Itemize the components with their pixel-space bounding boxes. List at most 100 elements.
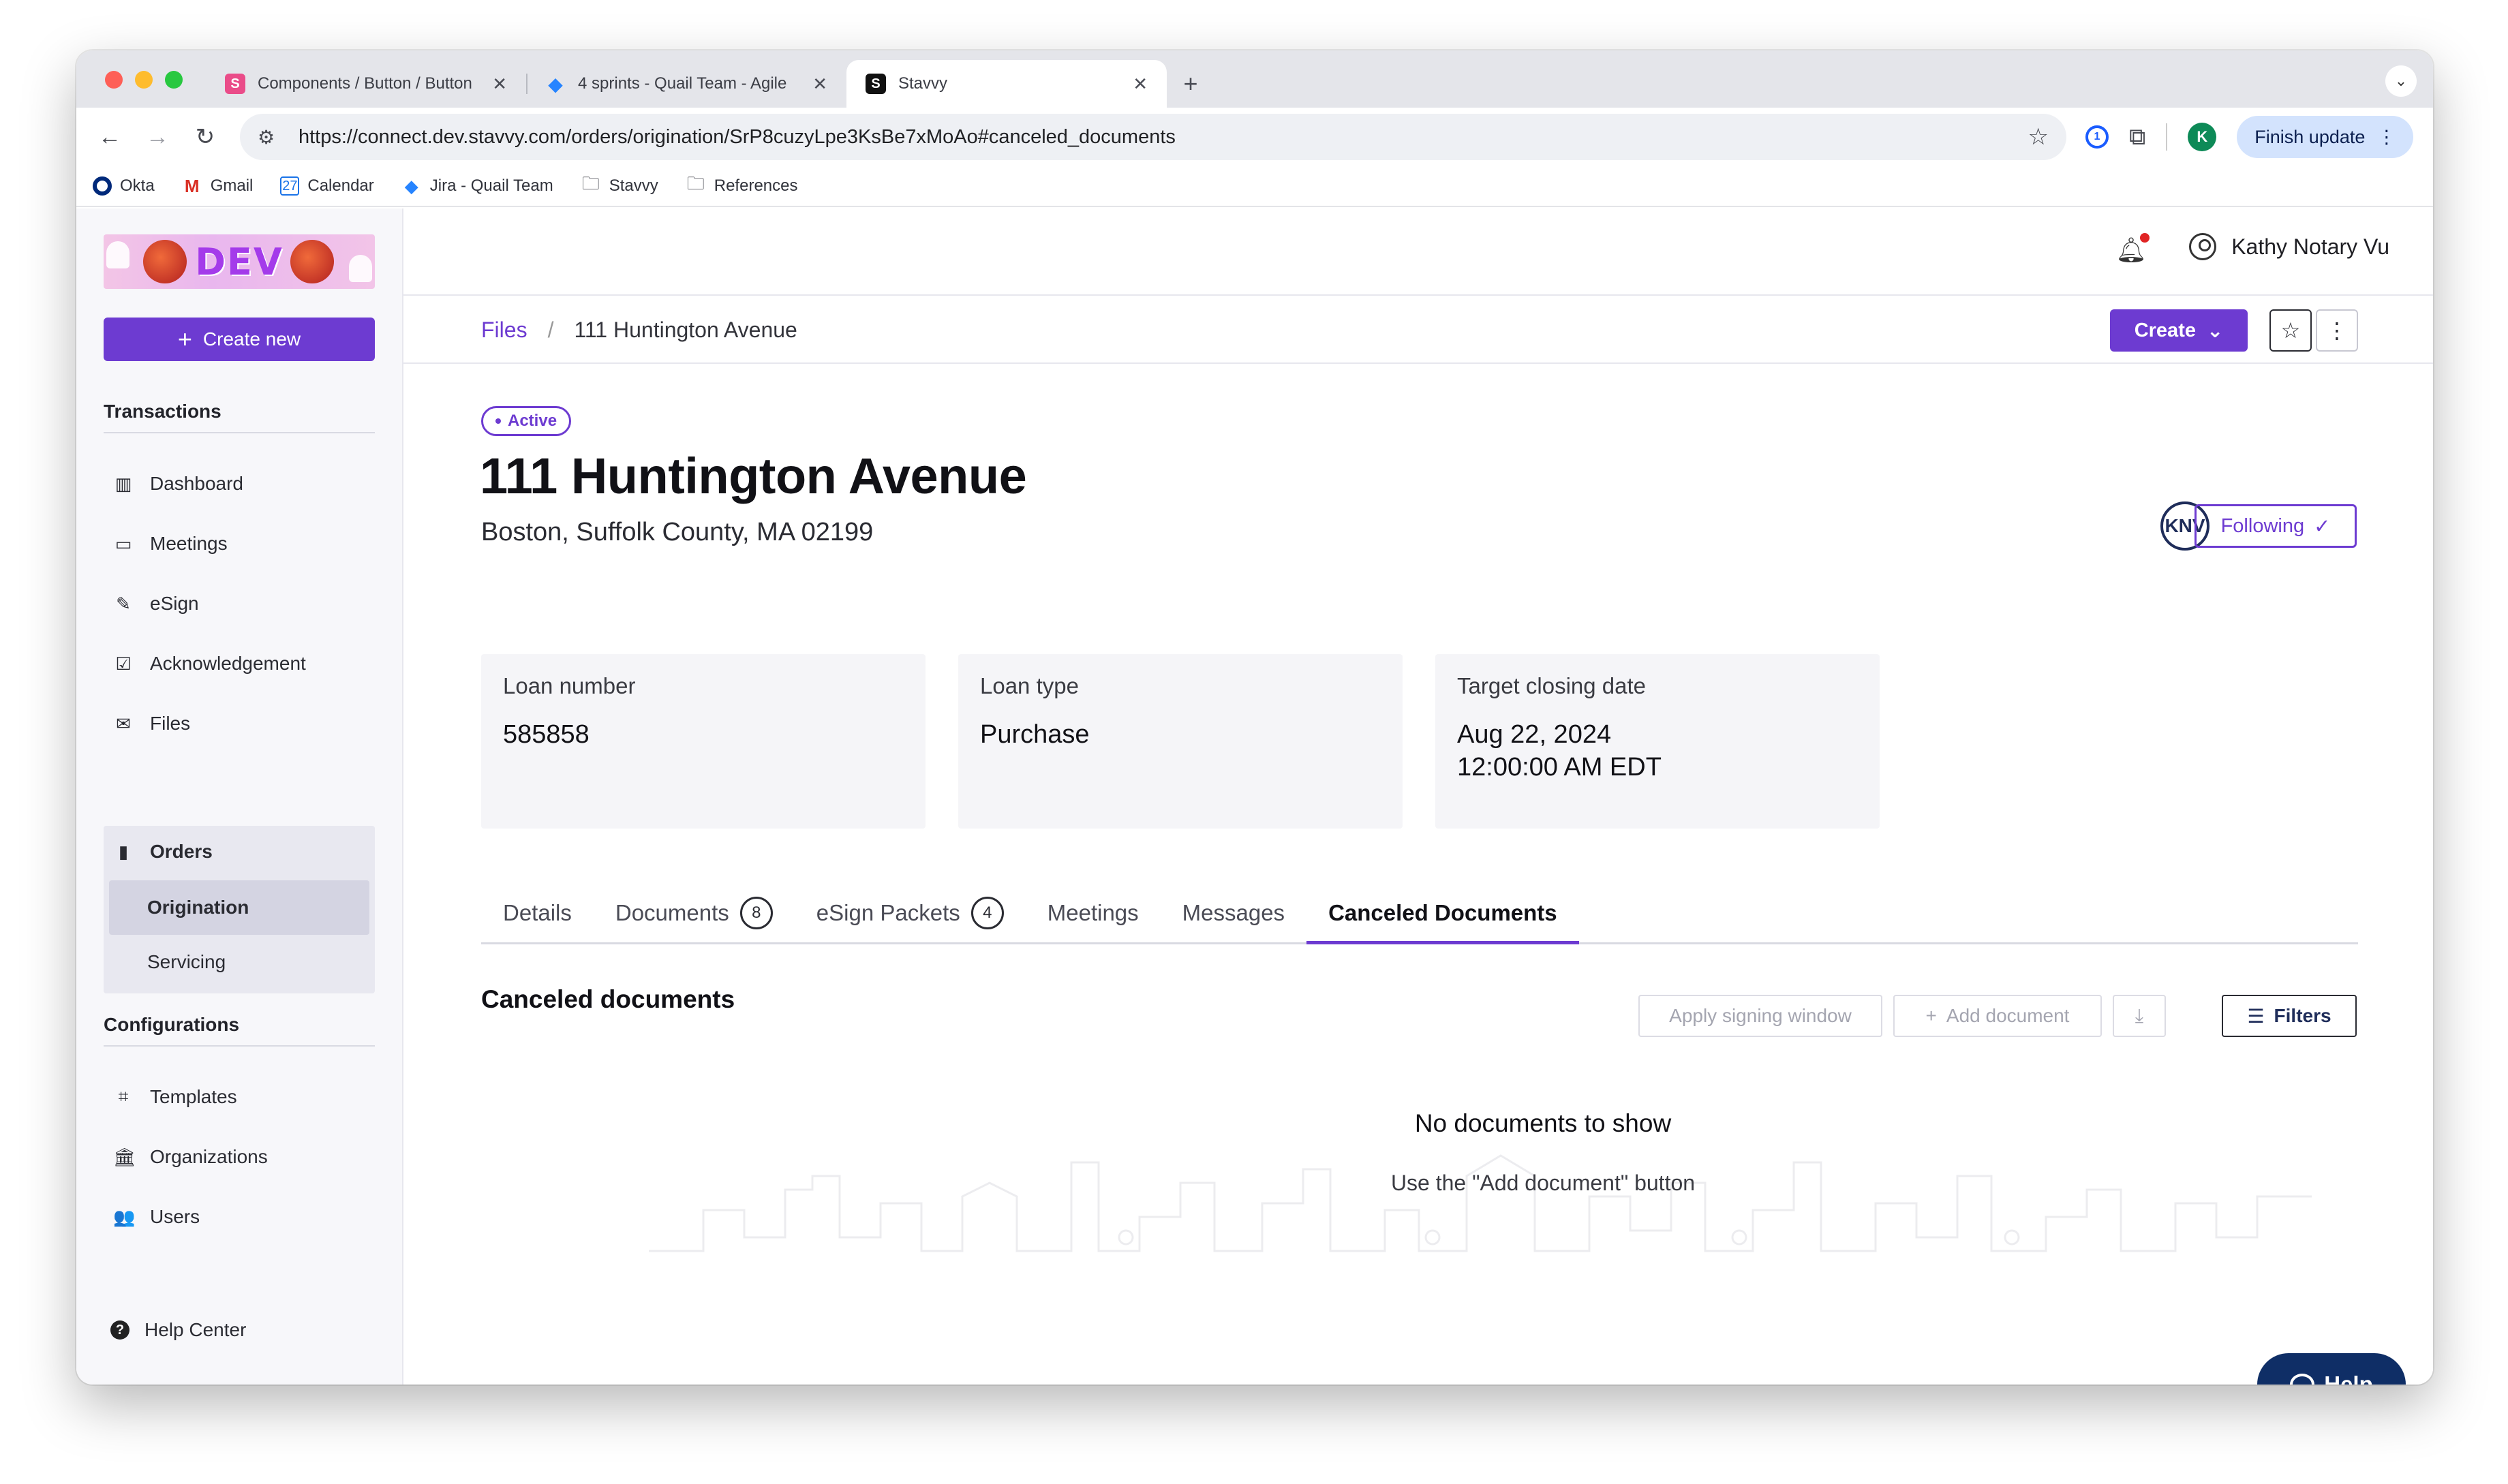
figma-s-icon: S bbox=[225, 74, 245, 94]
breadcrumb-separator: / bbox=[547, 318, 554, 342]
sidebar-item-acknowledgement[interactable]: ☑ Acknowledgement bbox=[104, 643, 375, 684]
apply-signing-window-button[interactable]: Apply signing window bbox=[1638, 995, 1882, 1037]
create-dropdown-button[interactable]: Create ⌄ bbox=[2110, 309, 2248, 352]
users-icon: 👥 bbox=[113, 1206, 136, 1227]
site-settings-icon[interactable]: ⚙ bbox=[258, 126, 281, 149]
closing-time: 12:00:00 AM EDT bbox=[1457, 753, 1662, 782]
button-label: Apply signing window bbox=[1669, 1005, 1852, 1026]
arrow-right-icon: → bbox=[146, 123, 169, 150]
stavvy-icon: S bbox=[866, 74, 886, 94]
sidebar-item-files[interactable]: ✉ Files bbox=[104, 703, 375, 744]
close-tab-icon[interactable]: ✕ bbox=[492, 74, 507, 95]
bookmark-references[interactable]: 🗀 References bbox=[686, 171, 798, 201]
bookmark-label: Jira - Quail Team bbox=[429, 176, 553, 195]
browser-tab-stavvy[interactable]: S Stavvy ✕ bbox=[846, 60, 1167, 108]
bookmark-jira[interactable]: ◆ Jira - Quail Team bbox=[401, 176, 553, 197]
close-tab-icon[interactable]: ✕ bbox=[812, 74, 827, 95]
sidebar-item-label: Dashboard bbox=[150, 473, 243, 494]
closing-date-card: Target closing date Aug 22, 2024 12:00:0… bbox=[1435, 654, 1880, 829]
browser-window: S Components / Button / Button ✕ ◆ 4 spr… bbox=[76, 50, 2433, 1385]
sidebar-item-esign[interactable]: ✎ eSign bbox=[104, 583, 375, 624]
folder-icon: 🗀 bbox=[581, 173, 600, 194]
transactions-heading: Transactions bbox=[104, 401, 375, 433]
extensions-icon[interactable]: ⧉ bbox=[2129, 124, 2145, 151]
sidebar-item-orders[interactable]: ▮ Orders bbox=[104, 831, 375, 872]
sidebar-item-templates[interactable]: ⌗ Templates bbox=[104, 1077, 375, 1117]
finish-update-label: Finish update bbox=[2254, 126, 2366, 147]
sidebar-item-dashboard[interactable]: ▥ Dashboard bbox=[104, 463, 375, 504]
notification-dot bbox=[2140, 233, 2150, 243]
download-icon: ⤓ bbox=[2135, 1004, 2144, 1026]
add-document-button[interactable]: + Add document bbox=[1893, 995, 2102, 1037]
notifications-button[interactable]: 🔔︎ bbox=[2115, 233, 2150, 264]
tab-search-button[interactable]: ⌄ bbox=[2385, 65, 2417, 97]
bookmark-label: Stavvy bbox=[609, 176, 658, 195]
toolbar-divider bbox=[2166, 123, 2168, 151]
tab-meetings[interactable]: Meetings bbox=[1026, 883, 1161, 942]
sidebar-item-servicing[interactable]: Servicing bbox=[109, 935, 369, 989]
closing-date: Aug 22, 2024 bbox=[1457, 720, 1612, 749]
loan-number-card: Loan number 585858 bbox=[481, 654, 926, 829]
browser-tab-label: 4 sprints - Quail Team - Agile bbox=[578, 74, 787, 93]
tab-messages[interactable]: Messages bbox=[1161, 883, 1306, 942]
sidebar-item-users[interactable]: 👥 Users bbox=[104, 1196, 375, 1237]
dev-logo[interactable]: DEV bbox=[104, 234, 375, 289]
minimize-window-button[interactable] bbox=[135, 71, 153, 89]
sidebar-item-origination[interactable]: Origination bbox=[109, 880, 369, 935]
bookmarks-bar: Okta M Gmail 27 Calendar ◆ Jira - Quail … bbox=[76, 166, 2433, 207]
breadcrumb-files-link[interactable]: Files bbox=[481, 318, 527, 343]
back-button[interactable]: ← bbox=[91, 119, 128, 155]
sidebar-item-organizations[interactable]: 🏛 Organizations bbox=[104, 1137, 375, 1177]
following-button[interactable]: Following ✓ bbox=[2194, 504, 2357, 548]
download-button[interactable]: ⤓ bbox=[2113, 995, 2166, 1037]
plus-icon: + bbox=[1183, 69, 1198, 97]
help-button[interactable]: Help bbox=[2257, 1353, 2406, 1385]
card-label: Loan type bbox=[980, 673, 1079, 698]
tab-canceled-documents[interactable]: Canceled Documents bbox=[1306, 883, 1579, 944]
arrow-left-icon: ← bbox=[98, 123, 121, 150]
profile-avatar[interactable]: K bbox=[2188, 123, 2217, 151]
reload-button[interactable]: ↻ bbox=[187, 119, 224, 155]
filters-button[interactable]: ☰ Filters bbox=[2222, 995, 2357, 1037]
user-menu[interactable]: Kathy Notary Vu bbox=[2189, 233, 2389, 260]
address-bar[interactable]: ⚙ https://connect.dev.stavvy.com/orders/… bbox=[240, 114, 2066, 160]
app: DEV + Create new Transactions ▥ Dashboar… bbox=[76, 208, 2433, 1385]
bookmark-gmail[interactable]: M Gmail bbox=[182, 176, 254, 197]
user-name: Kathy Notary Vu bbox=[2231, 234, 2389, 259]
sidebar-item-label: Users bbox=[150, 1206, 200, 1227]
more-actions-button[interactable]: ⋮ bbox=[2316, 309, 2358, 352]
order-tabs: Details Documents 8 eSign Packets 4 Meet… bbox=[481, 883, 2358, 944]
password-manager-icon[interactable]: 1 bbox=[2085, 125, 2109, 149]
sidebar-item-meetings[interactable]: ▭ Meetings bbox=[104, 523, 375, 564]
bookmark-star-icon[interactable]: ☆ bbox=[2028, 123, 2049, 151]
browser-tabs: S Components / Button / Button ✕ ◆ 4 spr… bbox=[206, 60, 1214, 108]
orders-group: ▮ Orders Origination Servicing bbox=[104, 826, 375, 993]
bookmark-calendar[interactable]: 27 Calendar bbox=[280, 176, 374, 196]
ghost-decoration bbox=[349, 255, 372, 282]
sidebar-item-label: Orders bbox=[150, 841, 213, 862]
tab-label: Canceled Documents bbox=[1328, 899, 1557, 925]
bookmark-okta[interactable]: Okta bbox=[93, 176, 155, 196]
close-window-button[interactable] bbox=[105, 71, 123, 89]
toolbar-icons: 1 ⧉ K Finish update ⋮ bbox=[2085, 116, 2414, 158]
chat-bubble-icon bbox=[2290, 1374, 2315, 1385]
status-badge: Active bbox=[481, 406, 572, 436]
empty-state-subtitle: Use the "Add document" button bbox=[1390, 1171, 1696, 1195]
tab-details[interactable]: Details bbox=[481, 883, 594, 942]
breadcrumb: Files / 111 Huntington Avenue bbox=[481, 318, 797, 343]
browser-tab-components[interactable]: S Components / Button / Button ✕ bbox=[206, 60, 526, 108]
favorite-button[interactable]: ☆ bbox=[2269, 309, 2312, 352]
bookmark-stavvy[interactable]: 🗀 Stavvy bbox=[581, 171, 658, 201]
help-label: Help bbox=[2324, 1372, 2373, 1385]
card-value: Aug 22, 2024 12:00:00 AM EDT bbox=[1457, 718, 1858, 784]
zoom-window-button[interactable] bbox=[165, 71, 183, 89]
tab-documents[interactable]: Documents 8 bbox=[594, 883, 795, 942]
tab-esign-packets[interactable]: eSign Packets 4 bbox=[795, 883, 1026, 942]
new-tab-button[interactable]: + bbox=[1167, 60, 1214, 108]
create-new-button[interactable]: + Create new bbox=[104, 318, 375, 361]
forward-button[interactable]: → bbox=[139, 119, 176, 155]
browser-tab-jira[interactable]: ◆ 4 sprints - Quail Team - Agile ✕ bbox=[526, 60, 846, 108]
close-tab-icon[interactable]: ✕ bbox=[1133, 74, 1148, 95]
help-center-link[interactable]: ? Help Center bbox=[104, 1319, 246, 1341]
finish-update-button[interactable]: Finish update ⋮ bbox=[2237, 116, 2414, 158]
